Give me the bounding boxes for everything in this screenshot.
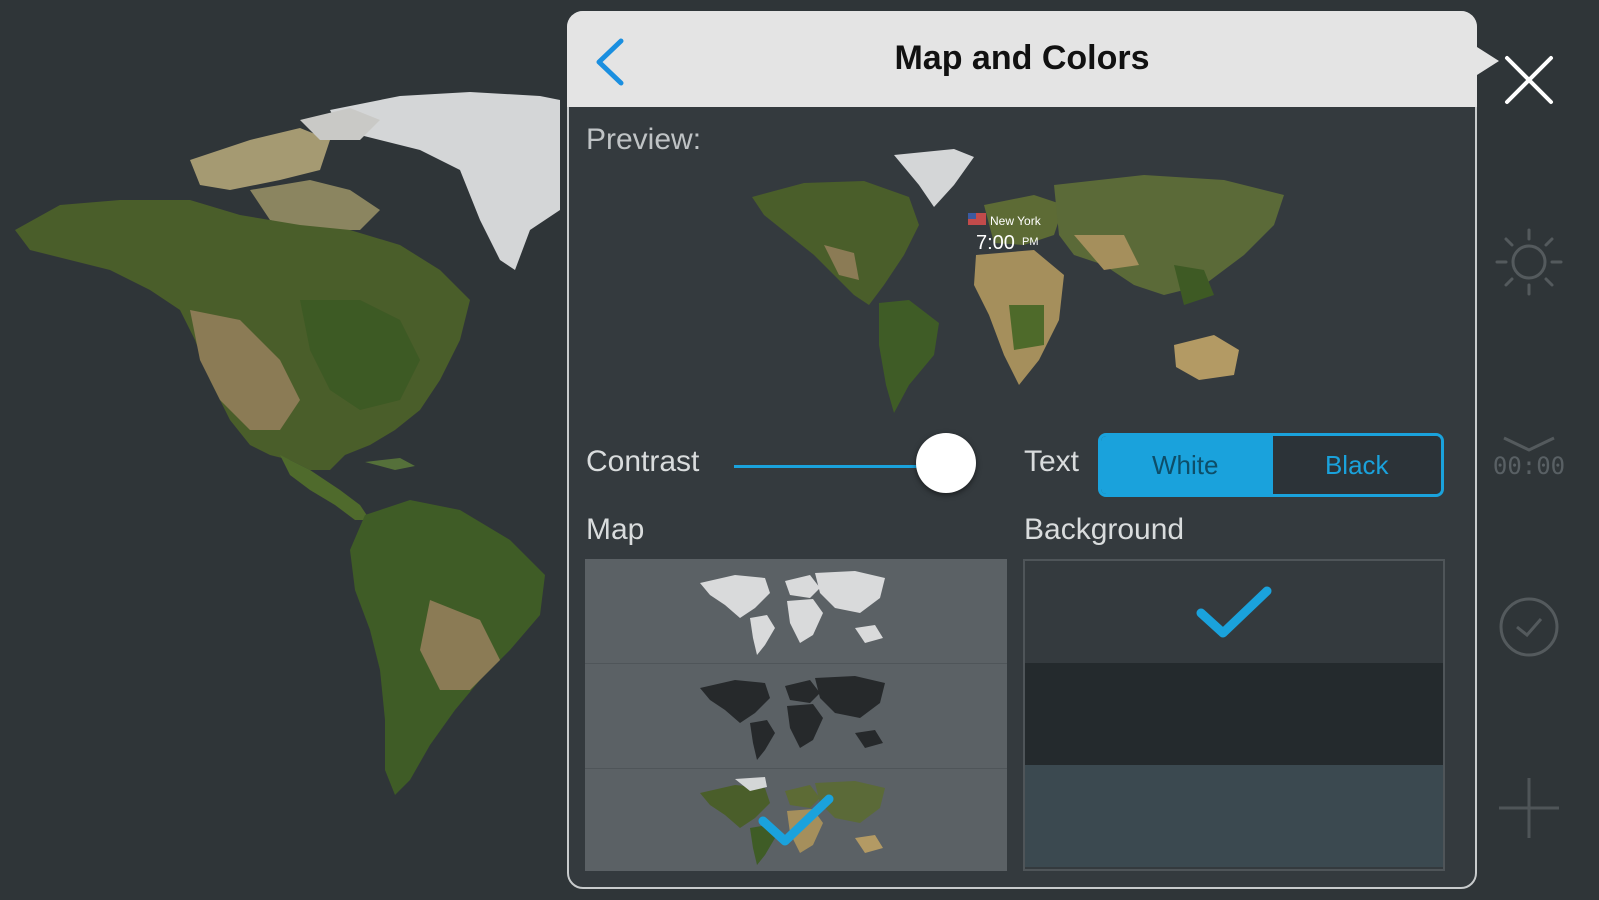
preview-label: Preview: bbox=[586, 123, 702, 156]
map-style-options bbox=[585, 559, 1007, 871]
satellite-map-option[interactable] bbox=[585, 769, 1007, 873]
text-black-button[interactable]: Black bbox=[1269, 436, 1441, 494]
preview-city: New York bbox=[990, 214, 1042, 228]
map-colors-panel: Map and Colors Preview: New York 7:00 PM… bbox=[567, 11, 1499, 889]
brightness-icon[interactable] bbox=[1489, 222, 1569, 302]
text-color-segmented-control: White Black bbox=[1098, 433, 1444, 497]
map-selected-checkmark-icon bbox=[758, 794, 834, 846]
background-option-gray[interactable] bbox=[1025, 561, 1443, 663]
dark-map-option[interactable] bbox=[585, 664, 1007, 769]
light-map-option[interactable] bbox=[585, 559, 1007, 664]
preview-map: New York 7:00 PM bbox=[752, 149, 1284, 413]
background-selected-checkmark-icon bbox=[1196, 586, 1272, 638]
text-color-label: Text bbox=[1024, 445, 1080, 478]
map-style-label: Map bbox=[586, 513, 645, 546]
add-icon[interactable] bbox=[1489, 768, 1569, 848]
side-toolbar: 00:00 bbox=[1469, 0, 1599, 900]
background-option-black[interactable] bbox=[1025, 663, 1443, 765]
light-map-thumbnail bbox=[700, 571, 885, 655]
background-option-slate[interactable] bbox=[1025, 765, 1443, 867]
contrast-label: Contrast bbox=[586, 445, 700, 478]
background-color-options bbox=[1023, 559, 1445, 871]
background-color-label: Background bbox=[1024, 513, 1185, 546]
text-white-button[interactable]: White bbox=[1101, 436, 1270, 494]
preview-ampm: PM bbox=[1022, 236, 1039, 248]
panel-title: Map and Colors bbox=[894, 39, 1150, 77]
preview-time: 7:00 bbox=[976, 232, 1015, 254]
timer-icon[interactable] bbox=[1489, 585, 1569, 665]
panel-header: Map and Colors bbox=[567, 11, 1499, 107]
alarm-time: 00:00 bbox=[1492, 452, 1566, 480]
dark-map-thumbnail bbox=[700, 676, 885, 760]
alarm-icon[interactable]: 00:00 bbox=[1489, 415, 1569, 495]
close-icon[interactable] bbox=[1489, 40, 1569, 120]
contrast-slider-thumb[interactable] bbox=[916, 433, 977, 493]
